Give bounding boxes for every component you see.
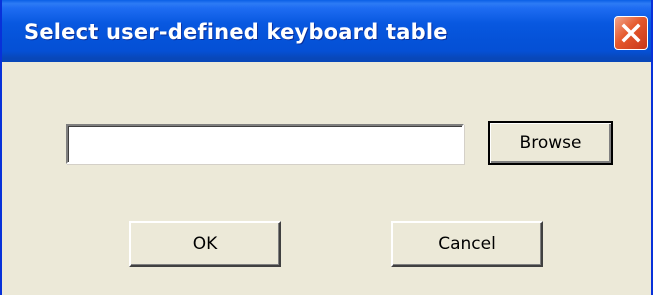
cancel-button[interactable]: Cancel [391, 221, 543, 267]
close-icon [621, 23, 641, 43]
keyboard-table-dialog: Select user-defined keyboard table Brows… [0, 0, 653, 295]
dialog-title: Select user-defined keyboard table [24, 20, 448, 44]
ok-button[interactable]: OK [129, 221, 281, 267]
dialog-body [2, 62, 651, 295]
browse-button[interactable]: Browse [488, 121, 613, 165]
close-button[interactable] [614, 16, 648, 50]
title-bar[interactable]: Select user-defined keyboard table [2, 0, 651, 58]
file-path-input[interactable] [66, 124, 464, 164]
